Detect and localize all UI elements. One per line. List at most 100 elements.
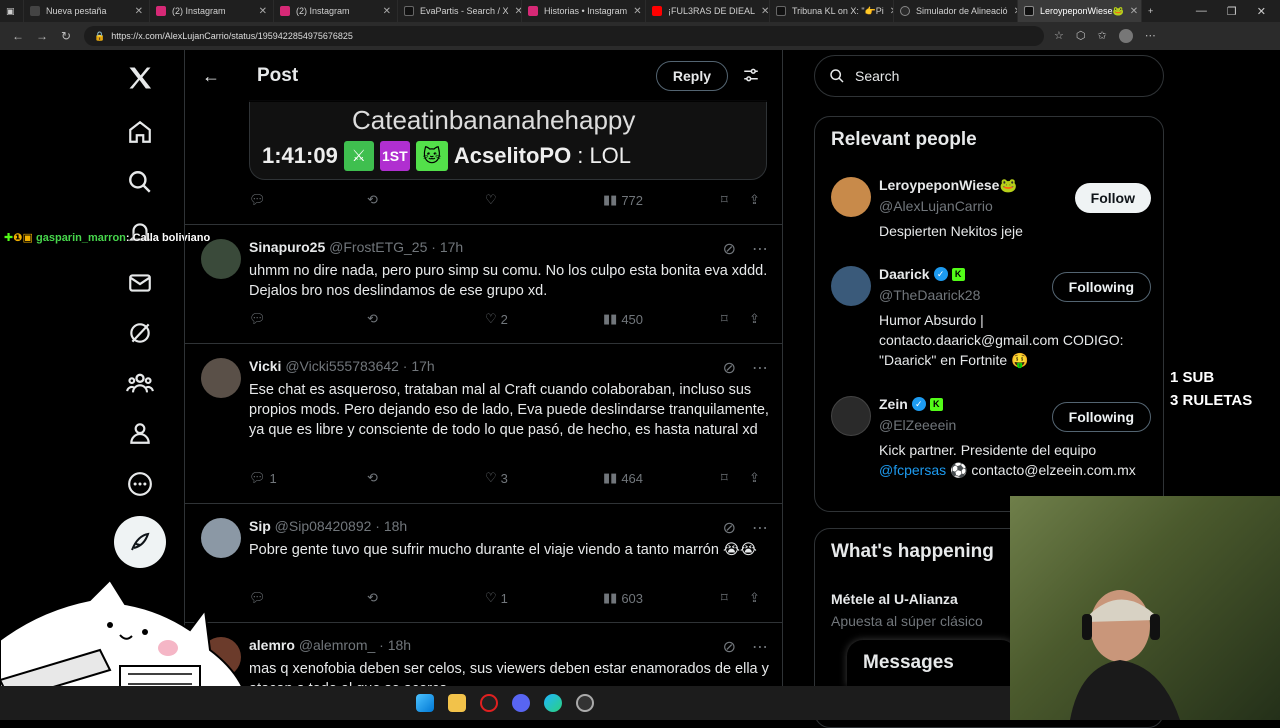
more-options-icon[interactable]: ⋯ <box>752 239 768 259</box>
grok-icon[interactable]: ⊘ <box>723 358 736 378</box>
tweet-item[interactable]: Sip @Sip08420892 · 18h ⊘ ⋯ Pobre gente tu… <box>185 503 782 622</box>
avatar[interactable] <box>201 239 241 279</box>
person-card[interactable]: Zein ✓ K @ElZeeeein Kick partner. Presiden… <box>831 396 1151 506</box>
tweet-author-name[interactable]: Sinapuro25 <box>249 239 325 255</box>
bookmark-icon[interactable]: ⌑ <box>721 590 728 606</box>
like-icon[interactable]: ♡ 1 <box>485 590 508 606</box>
more-options-icon[interactable]: ⋯ <box>752 358 768 378</box>
reply-button[interactable]: Reply <box>655 61 728 91</box>
browser-tab[interactable]: Tribuna KL on X: "👉Pi✕ <box>770 0 894 22</box>
restore-icon[interactable]: ❐ <box>1227 5 1237 18</box>
menu-icon[interactable]: ⋯ <box>1145 29 1156 43</box>
tweet-author-name[interactable]: alemro <box>249 637 295 653</box>
reply-icon[interactable]: 💬︎ 1 <box>249 470 277 486</box>
browser-tab-active[interactable]: LeroypeponWiese🐸 ✕ <box>1018 0 1142 22</box>
close-icon[interactable]: ✕ <box>129 6 143 17</box>
share-icon[interactable]: ⇪ <box>749 470 760 486</box>
trend-title[interactable]: Métele al U-Alianza <box>831 591 958 607</box>
repost-icon[interactable]: ⟲ <box>367 590 378 606</box>
close-icon[interactable]: ✕ <box>884 6 893 17</box>
url-input[interactable]: 🔒 https://x.com/AlexLujanCarrio/status/19… <box>84 26 1044 46</box>
views-icon[interactable]: ▮▮ 772 <box>603 192 643 208</box>
reply-icon[interactable]: 💬︎ <box>249 590 266 606</box>
tweet-item[interactable]: alemro @alemrom_ · 18h ⊘ ⋯ mas q xenofobi… <box>185 622 782 686</box>
share-icon[interactable]: ⇪ <box>749 590 760 606</box>
browser-tab[interactable]: Simulador de Alineació✕ <box>894 0 1018 22</box>
like-icon[interactable]: ♡ <box>485 192 497 208</box>
repost-icon[interactable]: ⟲ <box>367 311 378 327</box>
messages-drawer[interactable]: Messages <box>847 640 1017 686</box>
discord-icon[interactable] <box>512 694 530 712</box>
grok-icon[interactable] <box>120 313 160 353</box>
x-logo-icon[interactable] <box>120 58 160 98</box>
bookmark-icon[interactable]: ⌑ <box>721 470 728 486</box>
browser-tab[interactable]: Nueva pestaña ✕ <box>24 0 150 22</box>
forward-icon[interactable]: → <box>30 29 54 43</box>
compose-post-button[interactable] <box>114 516 166 568</box>
follow-button[interactable]: Follow <box>1074 183 1151 213</box>
like-icon[interactable]: ♡ 3 <box>485 470 508 486</box>
browser-tab[interactable]: Historias • Instagram ✕ <box>522 0 646 22</box>
avatar[interactable] <box>831 177 871 217</box>
more-icon[interactable] <box>120 464 160 504</box>
tune-icon[interactable] <box>742 66 760 89</box>
obs-icon[interactable] <box>576 694 594 712</box>
person-card[interactable]: Daarick ✓ K @TheDaarick28 Humor Absurdo | … <box>831 266 1151 376</box>
new-tab-icon[interactable]: + <box>1142 0 1166 22</box>
close-icon[interactable]: ✕ <box>755 6 769 17</box>
refresh-icon[interactable]: ↻ <box>54 29 78 43</box>
windows-start-icon[interactable] <box>416 694 434 712</box>
avatar[interactable] <box>831 266 871 306</box>
tweet-item[interactable]: Vicki @Vicki555783642 · 17h ⊘ ⋯ Ese chat … <box>185 343 782 503</box>
close-icon[interactable]: ✕ <box>377 6 391 17</box>
tab-actions-icon[interactable]: ▣ <box>0 0 24 22</box>
views-icon[interactable]: ▮▮ 464 <box>603 470 643 486</box>
file-explorer-icon[interactable] <box>448 694 466 712</box>
favorites-icon[interactable]: ✩ <box>1097 29 1106 43</box>
browser-tab[interactable]: EvaPartis - Search / X✕ <box>398 0 522 22</box>
back-arrow-icon[interactable]: ← <box>185 66 237 87</box>
avatar[interactable] <box>201 518 241 558</box>
close-icon[interactable]: ✕ <box>253 6 267 17</box>
close-window-icon[interactable]: ✕ <box>1257 5 1266 18</box>
person-card[interactable]: LeroypeponWiese🐸 @AlexLujanCarrio Despie… <box>831 177 1151 247</box>
person-name[interactable]: Zein <box>879 396 908 412</box>
close-icon[interactable]: ✕ <box>627 6 641 17</box>
opera-icon[interactable] <box>480 694 498 712</box>
person-name[interactable]: LeroypeponWiese🐸 <box>879 177 1017 194</box>
tweet-author-name[interactable]: Sip <box>249 518 271 534</box>
repost-icon[interactable]: ⟲ <box>367 192 378 208</box>
search-input[interactable]: Search <box>814 55 1164 97</box>
messages-icon[interactable] <box>120 263 160 303</box>
views-icon[interactable]: ▮▮ 603 <box>603 590 643 606</box>
tweet-media-image[interactable]: Cateatinbananahehappy 1:41:09 ⚔ 1ST 🐱 Ac… <box>249 100 767 180</box>
avatar[interactable] <box>201 358 241 398</box>
browser-tab[interactable]: (2) Instagram ✕ <box>274 0 398 22</box>
grok-icon[interactable]: ⊘ <box>723 518 736 538</box>
communities-icon[interactable] <box>120 363 160 403</box>
more-options-icon[interactable]: ⋯ <box>752 518 768 538</box>
reply-icon[interactable]: 💬︎ <box>249 311 266 327</box>
mention-link[interactable]: @fcpersas <box>879 462 946 478</box>
profile-icon[interactable] <box>1118 29 1133 43</box>
grok-icon[interactable]: ⊘ <box>723 637 736 657</box>
bookmark-icon[interactable]: ⌑ <box>721 192 728 208</box>
tweet-author-name[interactable]: Vicki <box>249 358 281 374</box>
following-button[interactable]: Following <box>1051 272 1151 302</box>
reply-icon[interactable]: 💬︎ <box>249 192 266 208</box>
bookmark-icon[interactable]: ⌑ <box>721 311 728 327</box>
home-icon[interactable] <box>120 112 160 152</box>
minimize-icon[interactable]: — <box>1196 5 1207 18</box>
browser-tab[interactable]: ¡FUL3RAS DE DIEAL ✕ <box>646 0 770 22</box>
avatar[interactable] <box>831 396 871 436</box>
back-icon[interactable]: ← <box>6 29 30 43</box>
extension-icon[interactable]: ⬡ <box>1076 29 1086 43</box>
browser-tab[interactable]: (2) Instagram ✕ <box>150 0 274 22</box>
person-name[interactable]: Daarick <box>879 266 930 282</box>
like-icon[interactable]: ♡ 2 <box>485 311 508 327</box>
search-icon[interactable] <box>120 162 160 202</box>
close-icon[interactable]: ✕ <box>1124 6 1138 17</box>
profile-icon[interactable] <box>120 413 160 453</box>
close-icon[interactable]: ✕ <box>509 6 521 17</box>
following-button[interactable]: Following <box>1051 402 1151 432</box>
